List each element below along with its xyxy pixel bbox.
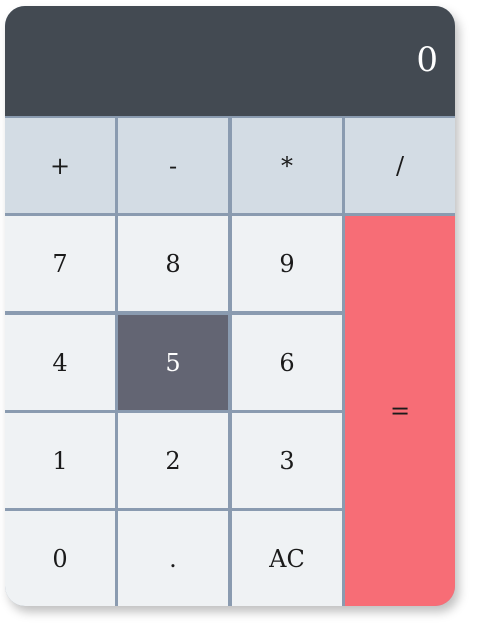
digit-0-button[interactable]: 0: [5, 511, 115, 606]
display-value: 0: [416, 40, 438, 80]
equals-button[interactable]: =: [345, 216, 455, 606]
divide-button[interactable]: /: [345, 118, 455, 213]
decimal-button[interactable]: .: [118, 511, 228, 606]
digit-7-button[interactable]: 7: [5, 216, 115, 311]
display: 0: [5, 6, 455, 116]
digit-9-button[interactable]: 9: [232, 216, 342, 311]
digit-1-button[interactable]: 1: [5, 413, 115, 508]
digit-2-button[interactable]: 2: [118, 413, 228, 508]
multiply-button[interactable]: *: [232, 118, 342, 213]
digit-6-button[interactable]: 6: [232, 315, 342, 410]
add-button[interactable]: +: [5, 118, 115, 213]
digit-3-button[interactable]: 3: [232, 413, 342, 508]
digit-5-button[interactable]: 5: [118, 315, 228, 410]
calculator: 0 + - * / 7 8 9 4 5 6 1 2 3 0 . AC =: [5, 6, 455, 606]
clear-button[interactable]: AC: [232, 511, 342, 606]
digit-4-button[interactable]: 4: [5, 315, 115, 410]
digit-8-button[interactable]: 8: [118, 216, 228, 311]
subtract-button[interactable]: -: [118, 118, 228, 213]
